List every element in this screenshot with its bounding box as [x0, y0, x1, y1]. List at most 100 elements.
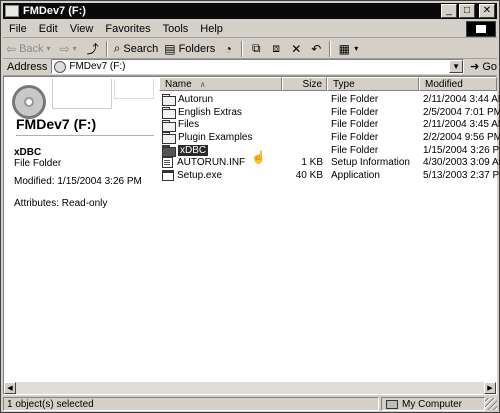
menu-tools[interactable]: Tools — [157, 23, 195, 35]
folder-icon — [162, 119, 176, 132]
address-bar: Address FMDev7 (F:) ▼ ➜ Go — [3, 58, 497, 76]
file-row[interactable]: Setup.exe 40 KB Application 5/13/2003 2:… — [159, 169, 500, 182]
search-button[interactable]: ⌕ Search — [111, 40, 162, 58]
file-type: File Folder — [331, 144, 379, 156]
column-header-size[interactable]: Size — [282, 77, 327, 91]
back-arrow-icon: ⇦ — [6, 41, 17, 56]
folders-button[interactable]: ▤ Folders — [161, 40, 218, 58]
back-button[interactable]: ⇦ Back ▾ — [3, 40, 57, 58]
scroll-track[interactable] — [16, 382, 484, 394]
address-dropdown-button[interactable]: ▼ — [449, 60, 464, 73]
file-rows: Autorun File Folder 2/11/2004 3:44 AM En… — [159, 93, 500, 182]
folder-icon — [162, 132, 176, 145]
explorer-window: FMDev7 (F:) _ □ ✕ File Edit View Favorit… — [0, 0, 500, 413]
back-dropdown-icon: ▾ — [46, 44, 51, 53]
file-row[interactable]: Files File Folder 2/11/2004 3:45 AM — [159, 118, 500, 132]
views-icon[interactable]: ▦ — [336, 42, 352, 56]
standard-toolbar: ⇦ Back ▾ ⇨ ▾ ⤴ ⌕ Search ▤ Folders ◔ ⧉ ⧈ … — [3, 39, 497, 59]
undo-icon[interactable]: ↶ — [308, 42, 324, 56]
windows-logo-icon — [466, 20, 496, 37]
file-row-selected[interactable]: xDBC File Folder 1/15/2004 3:26 PM ☝ — [159, 144, 500, 164]
folder-icon — [162, 145, 176, 158]
scroll-left-button[interactable]: ◀ — [4, 382, 16, 394]
setup-file-icon — [162, 157, 173, 169]
file-list: Name ∧ Size Type Modified Autorun File Fo… — [159, 77, 500, 382]
horizontal-scrollbar[interactable]: ◀ ▶ — [4, 382, 496, 394]
views-dropdown-icon[interactable]: ▾ — [354, 44, 358, 53]
file-row[interactable]: AUTORUN.INF 1 KB Setup Information 4/30/… — [159, 156, 500, 169]
file-name: Files — [178, 119, 200, 131]
file-row[interactable]: Autorun File Folder 2/11/2004 3:44 AM — [159, 93, 500, 107]
copy-to-icon[interactable]: ⧈ — [268, 41, 284, 56]
maximize-button[interactable]: □ — [459, 4, 475, 18]
go-button[interactable]: ➜ Go — [470, 60, 497, 74]
file-type: File Folder — [331, 106, 379, 118]
cd-drive-icon — [8, 81, 56, 119]
selected-item-attributes: Attributes: Read-only — [14, 198, 108, 209]
file-modified: 5/13/2003 2:37 PM — [423, 169, 500, 181]
address-label: Address — [7, 60, 48, 73]
folders-icon: ▤ — [164, 41, 176, 56]
file-type: File Folder — [331, 93, 379, 105]
status-bar: 1 object(s) selected My Computer — [3, 397, 497, 411]
file-modified: 2/5/2004 7:01 PM — [423, 106, 500, 118]
menu-edit[interactable]: Edit — [33, 23, 64, 35]
file-size: 1 KB — [301, 157, 323, 169]
drive-icon — [5, 5, 19, 17]
up-folder-icon[interactable]: ⤴ — [85, 42, 101, 56]
minimize-button[interactable]: _ — [441, 4, 457, 18]
file-row[interactable]: English Extras File Folder 2/5/2004 7:01… — [159, 106, 500, 120]
details-pane: FMDev7 (F:) xDBC File Folder Modified: 1… — [4, 77, 159, 382]
column-header-type[interactable]: Type — [327, 77, 419, 91]
window-title: FMDev7 (F:) — [23, 5, 86, 17]
drive-small-icon — [54, 60, 67, 73]
file-name: Plugin Examples — [178, 131, 253, 143]
menu-file[interactable]: File — [3, 23, 33, 35]
move-to-icon[interactable]: ⧉ — [248, 41, 264, 56]
status-zone: My Computer — [381, 397, 485, 411]
folder-icon — [162, 94, 176, 107]
selected-item-type: File Folder — [14, 158, 62, 169]
resize-grip[interactable] — [485, 398, 497, 410]
go-arrow-icon: ➜ — [470, 61, 480, 73]
pane-title: FMDev7 (F:) — [16, 116, 97, 132]
back-label: Back — [19, 42, 44, 55]
file-type: File Folder — [331, 131, 379, 143]
menu-help[interactable]: Help — [194, 23, 229, 35]
my-computer-icon — [386, 399, 398, 409]
file-modified: 2/11/2004 3:45 AM — [423, 119, 500, 131]
column-header-modified[interactable]: Modified — [419, 77, 497, 91]
file-type: Setup Information — [331, 157, 410, 169]
file-name: Autorun — [178, 93, 214, 105]
file-type: Application — [331, 169, 380, 181]
file-row[interactable]: Plugin Examples File Folder 2/2/2004 9:5… — [159, 131, 500, 145]
title-bar[interactable]: FMDev7 (F:) _ □ ✕ — [3, 3, 497, 19]
address-value: FMDev7 (F:) — [69, 61, 126, 72]
close-button[interactable]: ✕ — [479, 4, 495, 18]
status-selection-text: 1 object(s) selected — [3, 397, 379, 411]
history-icon[interactable]: ◔ — [220, 42, 236, 56]
forward-button[interactable]: ⇨ ▾ — [57, 40, 83, 58]
file-name: English Extras — [178, 106, 242, 118]
forward-arrow-icon: ⇨ — [59, 41, 70, 56]
file-modified: 2/2/2004 9:56 PM — [423, 131, 500, 143]
column-header-name[interactable]: Name ∧ — [159, 77, 282, 91]
delete-icon[interactable]: ✕ — [288, 42, 304, 56]
menu-view[interactable]: View — [64, 23, 100, 35]
file-size: 40 KB — [295, 169, 323, 181]
selected-item-modified: Modified: 1/15/2004 3:26 PM — [14, 176, 142, 187]
go-label: Go — [482, 60, 497, 73]
file-modified: 4/30/2003 3:09 AM — [423, 157, 500, 169]
menu-bar: File Edit View Favorites Tools Help — [3, 20, 497, 38]
forward-dropdown-icon: ▾ — [72, 44, 77, 53]
content-area: FMDev7 (F:) xDBC File Folder Modified: 1… — [3, 76, 500, 395]
folder-icon — [162, 107, 176, 120]
menu-favorites[interactable]: Favorites — [99, 23, 156, 35]
sort-ascending-icon: ∧ — [199, 79, 206, 89]
scroll-right-button[interactable]: ▶ — [484, 382, 496, 394]
folders-label: Folders — [178, 42, 216, 55]
search-icon: ⌕ — [113, 41, 121, 55]
address-input[interactable]: FMDev7 (F:) ▼ — [51, 59, 465, 74]
column-header-row: Name ∧ Size Type Modified — [159, 77, 497, 91]
selected-item-name: xDBC — [14, 147, 42, 158]
